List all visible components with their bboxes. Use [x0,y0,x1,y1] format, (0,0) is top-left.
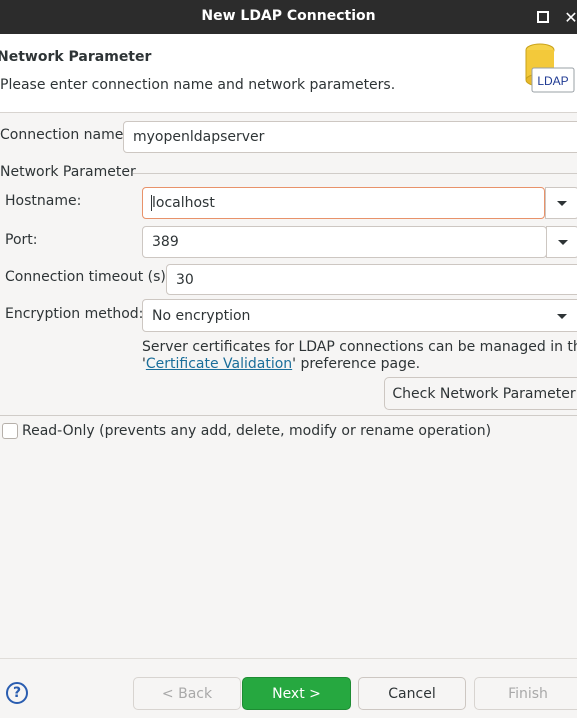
page-title: Network Parameter [0,49,152,65]
connection-name-value: myopenldapserver [133,129,265,145]
group-divider [133,173,577,174]
next-button[interactable]: Next > [242,677,351,710]
chevron-down-icon [557,314,567,319]
text-cursor [151,195,152,211]
connection-name-label: Connection name: [0,127,129,143]
connection-timeout-value: 30 [176,271,194,288]
hostname-dropdown-button[interactable] [545,187,577,219]
help-icon[interactable]: ? [6,682,28,704]
read-only-label: Read-Only (prevents any add, delete, mod… [22,423,492,439]
page-description: Please enter connection name and network… [0,77,396,93]
chevron-down-icon [557,239,568,245]
hostname-value: localhost [152,195,215,211]
ldap-icon-text: LDAP [537,74,568,88]
back-button[interactable]: < Back [133,677,241,710]
network-parameter-group-label: Network Parameter [0,164,136,180]
footer-divider [0,658,577,659]
connection-timeout-input[interactable]: 30 [166,264,577,295]
port-dropdown-button[interactable] [546,226,577,258]
close-icon[interactable]: ✕ [560,6,577,28]
cancel-button[interactable]: Cancel [358,677,466,710]
port-input[interactable]: 389 [142,226,547,258]
certificate-validation-link[interactable]: Certificate Validation [146,356,292,372]
certificate-info-suffix: ' preference page. [292,356,421,372]
check-network-parameter-button[interactable]: Check Network Parameter [384,377,577,410]
connection-timeout-label: Connection timeout (s): [5,269,171,285]
section-divider [0,415,577,416]
window-title: New LDAP Connection [201,8,376,24]
ldap-database-icon: LDAP [525,43,575,93]
connection-name-input[interactable]: myopenldapserver [123,121,577,153]
encryption-method-label: Encryption method: [5,306,144,322]
read-only-checkbox[interactable] [2,423,18,439]
certificate-info-text: Server certificates for LDAP connections… [142,339,577,355]
port-label: Port: [5,232,38,248]
chevron-down-icon [557,200,567,206]
encryption-method-select[interactable]: No encryption [142,299,577,332]
hostname-input[interactable]: localhost [142,187,545,219]
maximize-icon[interactable] [532,6,554,28]
hostname-label: Hostname: [5,193,82,209]
wizard-header: Network Parameter Please enter connectio… [0,34,577,113]
encryption-method-value: No encryption [152,307,251,324]
certificate-info-line2: 'Certificate Validation' preference page… [142,356,420,372]
finish-button[interactable]: Finish [474,677,577,710]
port-value: 389 [152,234,179,250]
title-bar: New LDAP Connection ✕ [0,0,577,34]
